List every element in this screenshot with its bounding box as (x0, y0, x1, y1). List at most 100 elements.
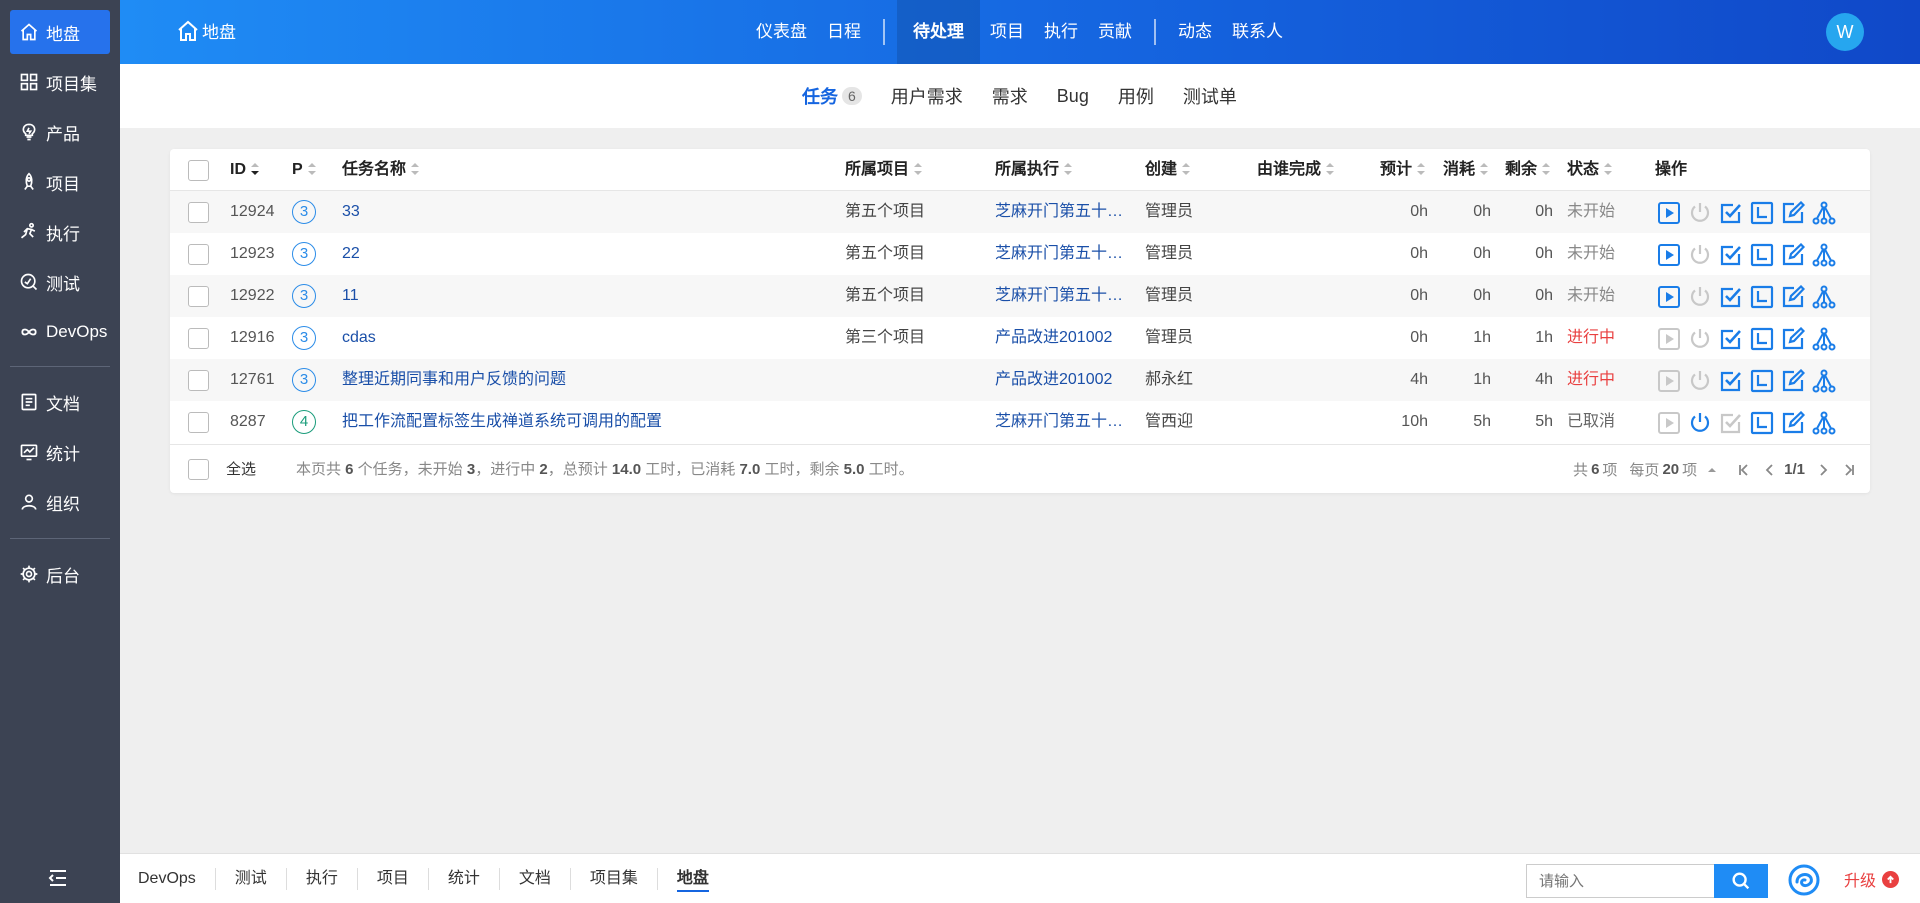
batch-create-button[interactable] (1812, 201, 1836, 225)
bottom-tab-doc[interactable]: 文档 (500, 868, 571, 890)
bottom-tab-program[interactable]: 项目集 (571, 868, 658, 890)
finish-task-button[interactable] (1719, 285, 1743, 309)
search-input[interactable] (1526, 864, 1714, 898)
edit-task-button[interactable] (1781, 243, 1805, 267)
tab-requirement[interactable]: 用户需求 (891, 83, 963, 109)
bottom-tab-report[interactable]: 统计 (429, 868, 500, 890)
batch-create-button[interactable] (1812, 243, 1836, 267)
nav-todo[interactable]: 待处理 (897, 0, 980, 64)
col-consumed[interactable]: 消耗 (1443, 149, 1489, 191)
batch-create-button[interactable] (1812, 285, 1836, 309)
record-hours-button[interactable] (1750, 411, 1774, 435)
sidebar-item-program[interactable]: 项目集 (10, 60, 110, 104)
record-hours-button[interactable] (1750, 285, 1774, 309)
close-task-button[interactable] (1688, 243, 1712, 267)
footer-select-checkbox[interactable] (188, 459, 209, 480)
close-task-button[interactable] (1688, 285, 1712, 309)
col-project[interactable]: 所属项目 (845, 149, 923, 191)
nav-contribute[interactable]: 贡献 (1088, 0, 1142, 64)
task-execution-link[interactable]: 芝麻开门第五十… (995, 233, 1123, 275)
first-page-icon[interactable] (1733, 459, 1755, 481)
row-checkbox[interactable] (188, 202, 209, 223)
task-execution-link[interactable]: 产品改进201002 (995, 359, 1112, 401)
tab-testtask[interactable]: 测试单 (1183, 83, 1237, 109)
nav-execution[interactable]: 执行 (1034, 0, 1088, 64)
task-name-link[interactable]: 11 (342, 275, 359, 317)
task-name-link[interactable]: 33 (342, 191, 360, 233)
batch-create-button[interactable] (1812, 327, 1836, 351)
row-checkbox[interactable] (188, 370, 209, 391)
col-pri[interactable]: P (292, 149, 317, 191)
start-task-button[interactable] (1657, 243, 1681, 267)
edit-task-button[interactable] (1781, 201, 1805, 225)
start-task-button[interactable] (1657, 285, 1681, 309)
task-execution-link[interactable]: 产品改进201002 (995, 317, 1112, 359)
finish-task-button[interactable] (1719, 201, 1743, 225)
nav-contacts[interactable]: 联系人 (1222, 0, 1293, 64)
sidebar-item-company[interactable]: 组织 (10, 480, 110, 524)
edit-task-button[interactable] (1781, 285, 1805, 309)
bottom-tab-home[interactable]: 地盘 (658, 868, 728, 892)
start-task-button[interactable] (1657, 369, 1681, 393)
pager-per-page[interactable]: 20 (1662, 461, 1679, 478)
sidebar-item-project[interactable]: 项目 (10, 160, 110, 204)
record-hours-button[interactable] (1750, 369, 1774, 393)
close-task-button[interactable] (1688, 201, 1712, 225)
task-name-link[interactable]: 把工作流配置标签生成禅道系统可调用的配置 (342, 401, 662, 443)
row-checkbox[interactable] (188, 286, 209, 307)
task-name-link[interactable]: 22 (342, 233, 360, 275)
col-creator[interactable]: 创建 (1145, 149, 1191, 191)
edit-task-button[interactable] (1781, 369, 1805, 393)
bottom-tab-project[interactable]: 项目 (358, 868, 429, 890)
search-button[interactable] (1714, 864, 1768, 898)
row-checkbox[interactable] (188, 244, 209, 265)
sidebar-item-test[interactable]: 测试 (10, 260, 110, 304)
bottom-tab-test[interactable]: 测试 (216, 868, 287, 890)
sidebar-item-report[interactable]: 统计 (10, 430, 110, 474)
col-estimate[interactable]: 预计 (1380, 149, 1426, 191)
bottom-tab-devops[interactable]: DevOps (120, 868, 216, 890)
last-page-icon[interactable] (1838, 459, 1860, 481)
nav-project[interactable]: 项目 (980, 0, 1034, 64)
task-execution-link[interactable]: 芝麻开门第五十… (995, 401, 1123, 443)
zentao-logo-icon[interactable] (1788, 864, 1820, 896)
sidebar-item-admin[interactable]: 后台 (10, 552, 110, 596)
record-hours-button[interactable] (1750, 327, 1774, 351)
col-name[interactable]: 任务名称 (342, 149, 420, 191)
select-all-checkbox[interactable] (188, 160, 209, 181)
per-page-caret-icon[interactable] (1701, 459, 1723, 481)
sidebar-item-home[interactable]: 地盘 (10, 10, 110, 54)
task-name-link[interactable]: 整理近期同事和用户反馈的问题 (342, 359, 566, 401)
record-hours-button[interactable] (1750, 201, 1774, 225)
task-execution-link[interactable]: 芝麻开门第五十… (995, 191, 1123, 233)
start-task-button[interactable] (1657, 411, 1681, 435)
record-hours-button[interactable] (1750, 243, 1774, 267)
finish-task-button[interactable] (1719, 369, 1743, 393)
task-name-link[interactable]: cdas (342, 317, 376, 359)
close-task-button[interactable] (1688, 327, 1712, 351)
prev-page-icon[interactable] (1759, 459, 1781, 481)
col-finisher[interactable]: 由谁完成 (1257, 149, 1335, 191)
finish-task-button[interactable] (1719, 411, 1743, 435)
row-checkbox[interactable] (188, 328, 209, 349)
col-id[interactable]: ID (230, 149, 260, 191)
edit-task-button[interactable] (1781, 327, 1805, 351)
sidebar-item-devops[interactable]: DevOps (10, 310, 110, 354)
start-task-button[interactable] (1657, 327, 1681, 351)
select-all-label[interactable]: 全选 (226, 445, 256, 494)
nav-calendar[interactable]: 日程 (817, 0, 871, 64)
tab-task[interactable]: 任务 6 (802, 83, 862, 109)
edit-task-button[interactable] (1781, 411, 1805, 435)
next-page-icon[interactable] (1812, 459, 1834, 481)
nav-dynamic[interactable]: 动态 (1168, 0, 1222, 64)
batch-create-button[interactable] (1812, 369, 1836, 393)
sidebar-item-product[interactable]: 产品 (10, 110, 110, 154)
finish-task-button[interactable] (1719, 327, 1743, 351)
sidebar-item-doc[interactable]: 文档 (10, 380, 110, 424)
col-left[interactable]: 剩余 (1505, 149, 1551, 191)
tab-story[interactable]: 需求 (992, 83, 1028, 109)
header-home-link[interactable]: 地盘 (176, 18, 236, 43)
collapse-menu-icon[interactable] (46, 866, 70, 890)
col-execution[interactable]: 所属执行 (995, 149, 1073, 191)
tab-testcase[interactable]: 用例 (1118, 83, 1154, 109)
